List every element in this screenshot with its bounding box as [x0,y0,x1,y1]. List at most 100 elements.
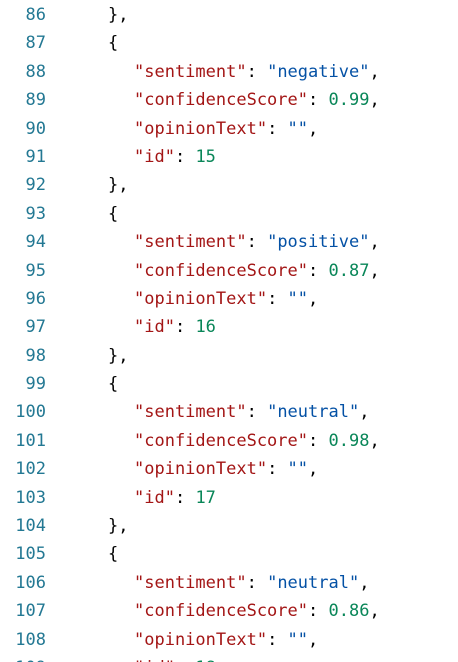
line-content: "confidenceScore": 0.86, [134,597,380,625]
line-content: }, [108,171,128,199]
punctuation-token: : [175,658,195,662]
punctuation-token: { [108,544,119,565]
punctuation-token: , [359,572,370,593]
line-number: 86 [25,5,46,25]
json-key-token: "sentiment" [134,402,247,423]
code-line: 97 "id": 16 [0,313,458,341]
code-line: 87 { [0,29,458,57]
line-content: "id": 17 [134,484,216,512]
json-number-token: 0.87 [328,260,370,281]
code-line: 93 { [0,200,458,228]
punctuation-token: }, [108,345,129,366]
json-key-token: "confidenceScore" [134,90,308,111]
punctuation-token: }, [108,5,129,25]
json-number-token: 0.99 [328,90,370,111]
punctuation-token: : [246,572,268,593]
punctuation-token: , [369,90,380,111]
code-line: 90 "opinionText": "", [0,115,458,143]
punctuation-token: , [308,288,319,309]
punctuation-token: : [308,260,329,281]
punctuation-token: , [308,629,319,650]
json-string-token: "positive" [267,232,370,253]
code-line: 109 "id": 18 [0,654,458,662]
line-number: 104 [15,516,46,537]
punctuation-token: : [246,402,268,423]
code-line: 106 "sentiment": "neutral", [0,569,458,597]
line-content: "opinionText": "", [134,285,318,313]
punctuation-token: , [359,402,370,423]
line-number: 93 [25,203,46,224]
line-number: 91 [25,146,46,167]
punctuation-token: : [267,629,288,650]
line-content: "confidenceScore": 0.87, [134,257,380,285]
json-string-token: "" [287,459,309,480]
line-number: 99 [25,374,46,395]
punctuation-token: { [108,33,119,54]
code-line: 88 "sentiment": "negative", [0,58,458,86]
code-line: 103 "id": 17 [0,484,458,512]
line-number: 94 [25,232,46,253]
json-key-token: "id" [134,317,175,338]
punctuation-token: , [369,601,380,622]
line-number: 105 [15,544,46,565]
code-line: 94 "sentiment": "positive", [0,228,458,256]
line-content: }, [108,1,128,29]
json-key-token: "opinionText" [134,459,268,480]
json-key-token: "opinionText" [134,118,268,139]
json-number-token: 18 [195,658,215,662]
punctuation-token: : [246,61,268,82]
line-number: 108 [15,629,46,650]
line-content: "id": 16 [134,313,216,341]
line-content: { [108,200,118,228]
line-content: "opinionText": "", [134,626,318,654]
line-content: "confidenceScore": 0.98, [134,427,380,455]
line-number: 89 [25,90,46,111]
line-content: }, [108,512,128,540]
punctuation-token: , [369,260,380,281]
code-line: 96 "opinionText": "", [0,285,458,313]
line-content: { [108,370,118,398]
json-string-token: "" [287,118,309,139]
json-number-token: 16 [195,317,216,338]
json-number-token: 0.98 [328,430,370,451]
code-line: 86}, [0,1,458,29]
line-number: 96 [25,288,46,309]
json-key-token: "id" [134,146,175,167]
json-string-token: "neutral" [267,402,360,423]
json-string-token: "" [287,629,309,650]
line-number: 98 [25,345,46,366]
code-line: 107 "confidenceScore": 0.86, [0,597,458,625]
line-content: "opinionText": "", [134,455,318,483]
punctuation-token: , [369,61,380,82]
line-number: 107 [15,601,46,622]
line-number: 97 [25,317,46,338]
line-content: { [108,29,118,57]
json-key-token: "id" [134,658,175,662]
json-string-token: "neutral" [267,572,360,593]
code-line: 91 "id": 15 [0,143,458,171]
punctuation-token: : [308,601,329,622]
code-line: 89 "confidenceScore": 0.99, [0,86,458,114]
line-content: "opinionText": "", [134,115,318,143]
line-number: 109 [0,654,46,662]
json-string-token: "negative" [267,61,370,82]
punctuation-token: : [174,487,196,508]
json-string-token: "" [287,288,309,309]
punctuation-token: : [174,317,196,338]
line-content: }, [108,342,128,370]
code-line: 98}, [0,342,458,370]
line-number: 88 [25,61,46,82]
json-number-token: 17 [195,487,216,508]
code-line: 99 { [0,370,458,398]
punctuation-token: : [267,118,288,139]
json-key-token: "id" [134,487,175,508]
line-content: "confidenceScore": 0.99, [134,86,380,114]
code-line: 105 { [0,540,458,568]
code-line: 102 "opinionText": "", [0,455,458,483]
code-line: 92}, [0,171,458,199]
punctuation-token: , [369,232,380,253]
code-editor[interactable]: 86}, 87 {88 "sentiment": "negative", 89 "conf… [0,0,458,662]
code-line: 95 "confidenceScore": 0.87, [0,257,458,285]
json-key-token: "opinionText" [134,288,268,309]
code-line: 100 "sentiment": "neutral", [0,398,458,426]
